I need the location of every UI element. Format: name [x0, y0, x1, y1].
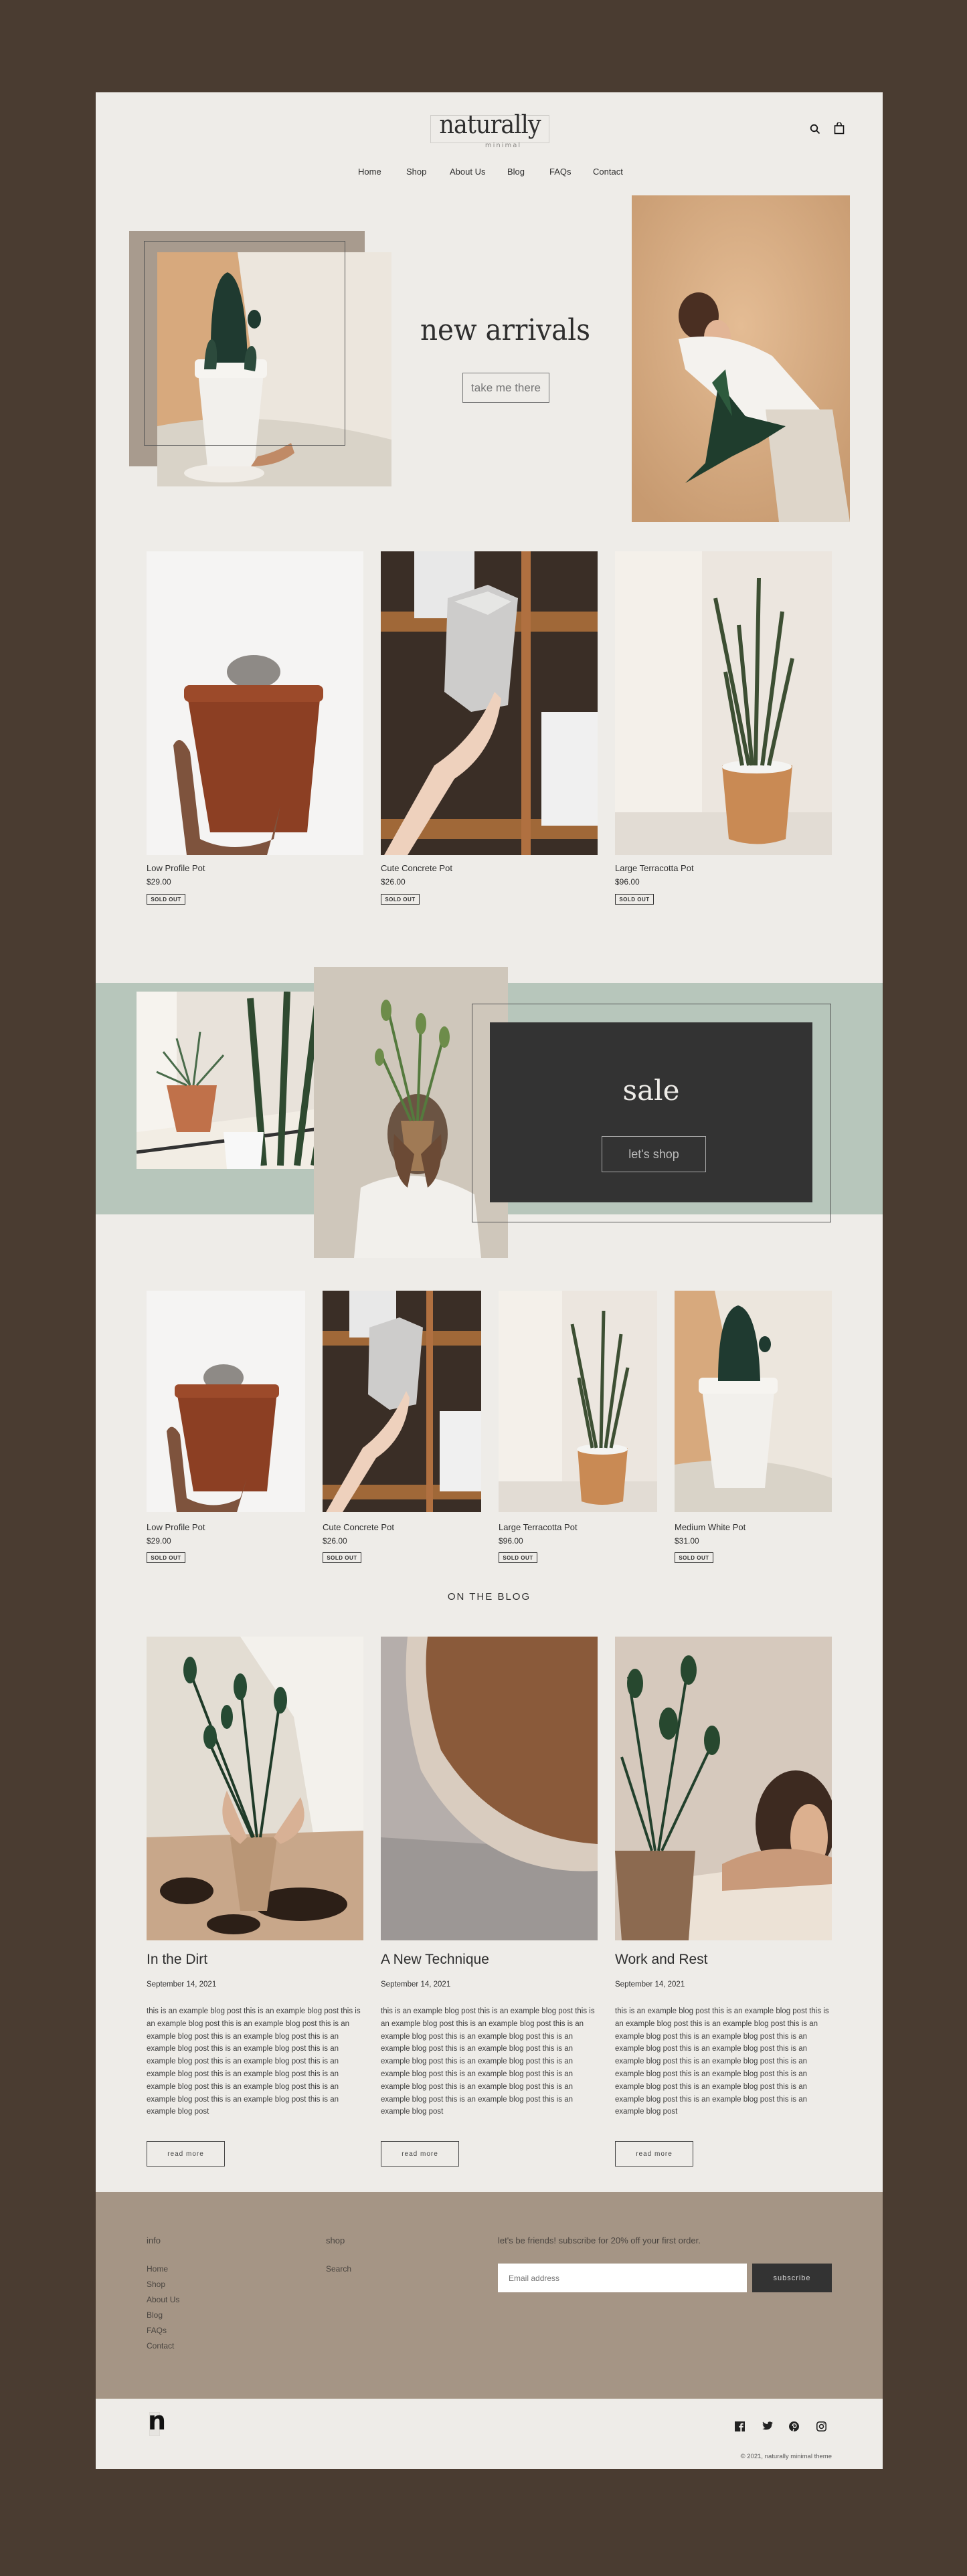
product-price: $29.00 — [147, 877, 171, 887]
blog-image-work-and-rest[interactable] — [615, 1637, 832, 1940]
pinterest-link[interactable] — [788, 2420, 800, 2432]
blog-post-date: September 14, 2021 — [615, 1981, 685, 1989]
product-image-low-profile-pot[interactable] — [147, 551, 363, 855]
product-image-large-terracotta-pot[interactable] — [615, 551, 832, 855]
blog-image-in-the-dirt[interactable] — [147, 1637, 363, 1940]
product-name[interactable]: Low Profile Pot — [147, 1522, 205, 1532]
facebook-icon — [734, 2421, 745, 2431]
product-name[interactable]: Large Terracotta Pot — [499, 1522, 578, 1532]
product-image-cute-concrete-pot[interactable] — [323, 1291, 481, 1512]
sold-out-badge: SOLD OUT — [499, 1552, 537, 1563]
newsletter-text: let's be friends! subscribe for 20% off … — [498, 2235, 701, 2245]
mini-logo[interactable]: n — [148, 2406, 166, 2435]
blog-post-title[interactable]: In the Dirt — [147, 1952, 207, 1968]
sale-title: sale — [622, 1074, 680, 1107]
instagram-link[interactable] — [815, 2420, 827, 2432]
hero-outline-frame — [144, 241, 345, 446]
nav-shop[interactable]: Shop — [406, 167, 426, 177]
product-price: $31.00 — [675, 1536, 699, 1546]
nav-faqs[interactable]: FAQs — [549, 167, 572, 177]
footer-shop-links: Search — [326, 2262, 351, 2277]
footer-info-links: Home Shop About Us Blog FAQs Contact — [147, 2262, 179, 2354]
logo-subtitle: minimal — [485, 142, 522, 149]
read-more-button[interactable]: read more — [147, 2141, 225, 2167]
footer — [96, 2192, 883, 2399]
instagram-icon — [816, 2421, 826, 2431]
product-name[interactable]: Cute Concrete Pot — [381, 863, 452, 873]
blog-post-date: September 14, 2021 — [147, 1981, 217, 1989]
product-image-large-terracotta-pot[interactable] — [499, 1291, 657, 1512]
nav-home[interactable]: Home — [358, 167, 381, 177]
product-price: $96.00 — [615, 877, 640, 887]
footer-link-shop[interactable]: Shop — [147, 2277, 179, 2292]
footer-link-contact[interactable]: Contact — [147, 2338, 179, 2354]
product-price: $26.00 — [381, 877, 406, 887]
product-price: $29.00 — [147, 1536, 171, 1546]
twitter-icon — [762, 2421, 773, 2430]
lets-shop-button[interactable]: let's shop — [602, 1136, 706, 1172]
nav-contact[interactable]: Contact — [593, 167, 623, 177]
product-image-low-profile-pot[interactable] — [147, 1291, 305, 1512]
footer-link-search[interactable]: Search — [326, 2262, 351, 2277]
logo[interactable]: naturally — [435, 110, 545, 139]
read-more-button[interactable]: read more — [381, 2141, 459, 2167]
hero-image-woman — [632, 195, 850, 522]
take-me-there-button[interactable]: take me there — [462, 373, 549, 403]
blog-post-excerpt: this is an example blog post this is an … — [381, 2007, 595, 2116]
shopping-bag-icon — [834, 122, 845, 134]
product-image-medium-white-pot[interactable] — [675, 1291, 832, 1512]
cart-button[interactable] — [832, 121, 847, 136]
blog-post-title[interactable]: A New Technique — [381, 1952, 489, 1968]
search-icon — [810, 124, 820, 134]
footer-shop-heading: shop — [326, 2235, 345, 2245]
nav-about-us[interactable]: About Us — [450, 167, 485, 177]
blog-image-a-new-technique[interactable] — [381, 1637, 598, 1940]
read-more-button[interactable]: read more — [615, 2141, 693, 2167]
product-name[interactable]: Medium White Pot — [675, 1522, 745, 1532]
blog-post-excerpt: this is an example blog post this is an … — [147, 2007, 361, 2116]
product-price: $26.00 — [323, 1536, 347, 1546]
hero-title: new arrivals — [420, 313, 591, 347]
sold-out-badge: SOLD OUT — [381, 894, 420, 905]
blog-post-date: September 14, 2021 — [381, 1981, 451, 1989]
sold-out-badge: SOLD OUT — [147, 894, 185, 905]
pinterest-icon — [788, 2421, 799, 2431]
nav-blog[interactable]: Blog — [507, 167, 525, 177]
sale-panel — [490, 1022, 812, 1202]
sold-out-badge: SOLD OUT — [675, 1552, 713, 1563]
footer-info-heading: info — [147, 2235, 161, 2245]
blog-heading: ON THE BLOG — [447, 1591, 531, 1602]
product-name[interactable]: Low Profile Pot — [147, 863, 205, 873]
footer-link-blog[interactable]: Blog — [147, 2308, 179, 2323]
facebook-link[interactable] — [733, 2420, 745, 2432]
search-button[interactable] — [808, 122, 822, 136]
footer-link-faqs[interactable]: FAQs — [147, 2323, 179, 2338]
sold-out-badge: SOLD OUT — [323, 1552, 361, 1563]
product-image-cute-concrete-pot[interactable] — [381, 551, 598, 855]
footer-link-about-us[interactable]: About Us — [147, 2292, 179, 2308]
product-price: $96.00 — [499, 1536, 523, 1546]
product-name[interactable]: Large Terracotta Pot — [615, 863, 694, 873]
twitter-link[interactable] — [762, 2420, 774, 2432]
copyright: © 2021, naturally minimal theme — [740, 2453, 832, 2460]
product-name[interactable]: Cute Concrete Pot — [323, 1522, 394, 1532]
blog-post-title[interactable]: Work and Rest — [615, 1952, 708, 1968]
sold-out-badge: SOLD OUT — [615, 894, 654, 905]
subscribe-button[interactable]: subscribe — [752, 2264, 832, 2292]
footer-link-home[interactable]: Home — [147, 2262, 179, 2277]
sold-out-badge: SOLD OUT — [147, 1552, 185, 1563]
email-input[interactable] — [498, 2264, 747, 2292]
blog-post-excerpt: this is an example blog post this is an … — [615, 2007, 829, 2116]
